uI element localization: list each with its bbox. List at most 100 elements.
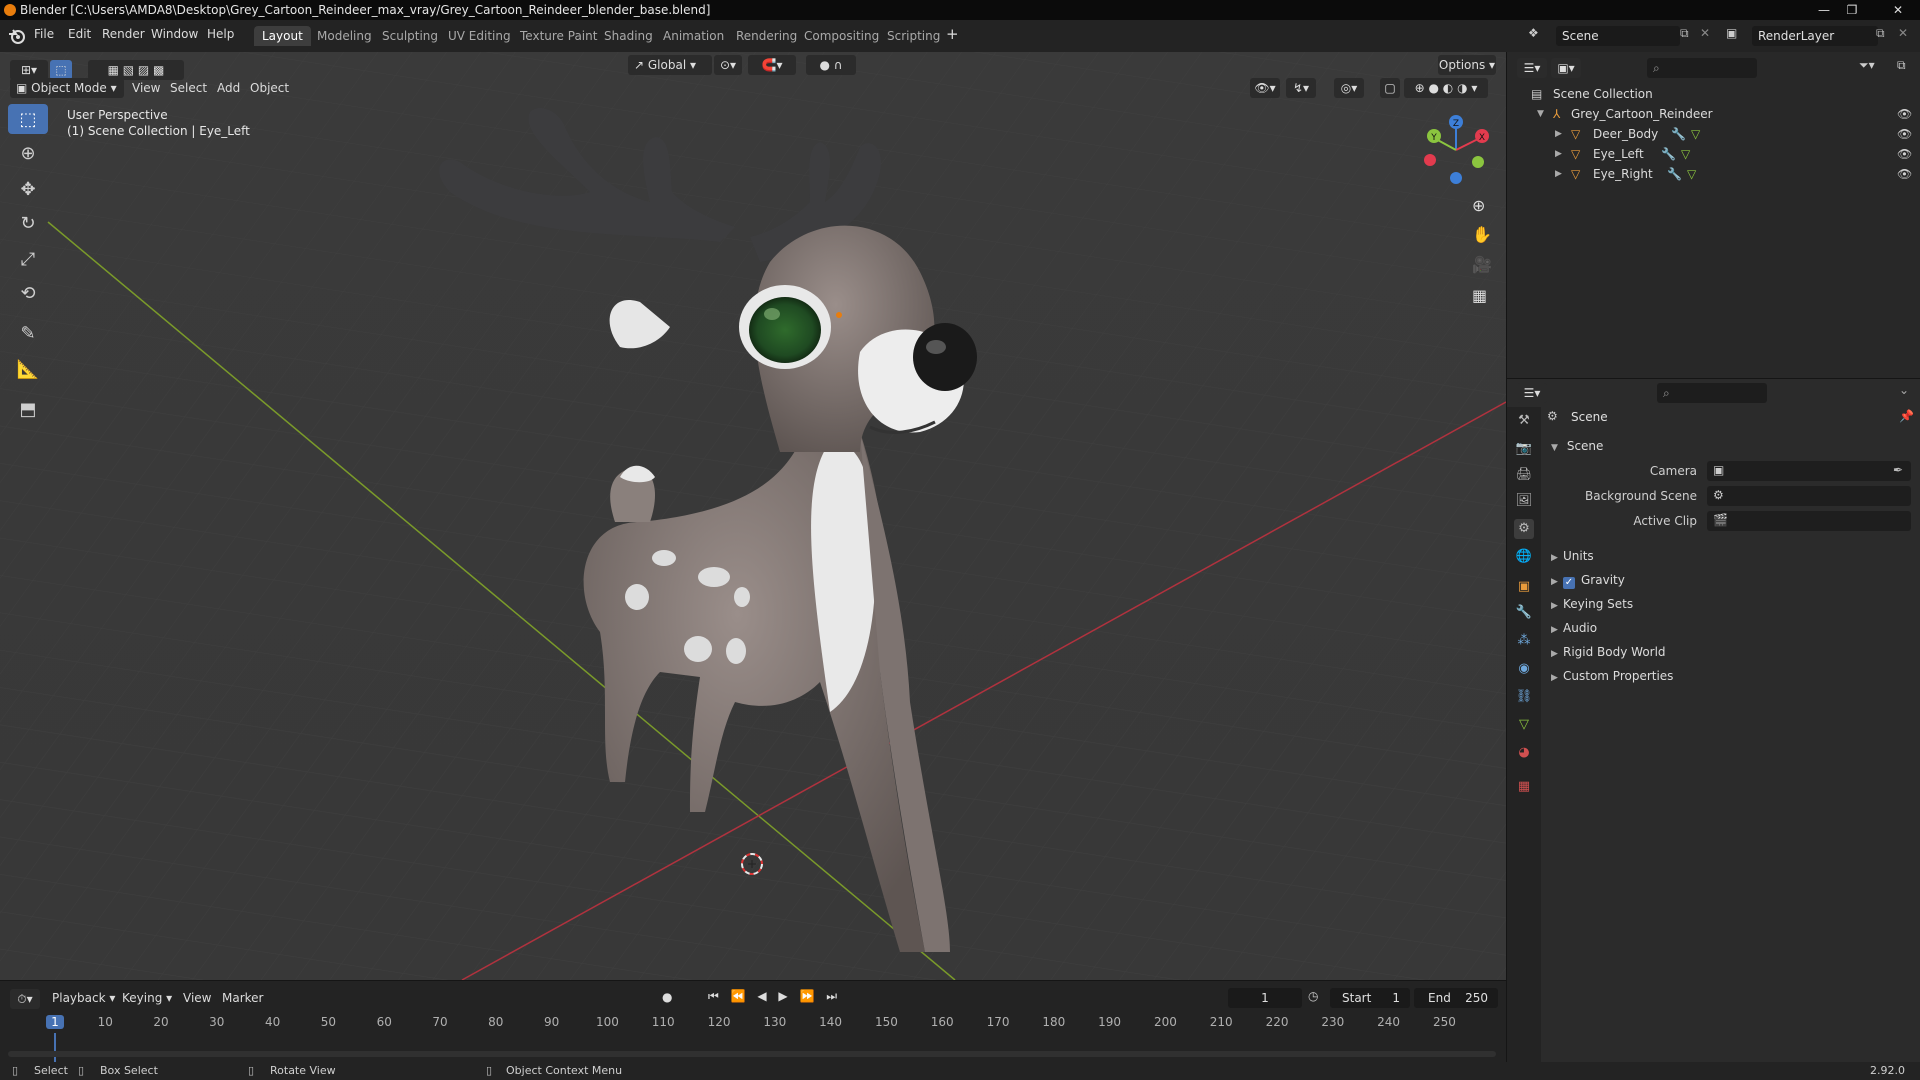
select-tool-icon[interactable]: ⬚ <box>50 60 72 80</box>
editor-type-button[interactable]: ⊞▾ <box>10 60 48 80</box>
view-layer-tab-icon[interactable]: 🖼 <box>1514 491 1534 511</box>
timeline-scrollbar[interactable] <box>8 1051 1496 1057</box>
render-tab-icon[interactable]: 📷 <box>1514 439 1534 459</box>
3d-viewport[interactable]: ⊞▾ ⬚ ▦ ▧ ▨ ▩ ↗ Global ▾ ⊙▾ 🧲▾ ● ∩ Option… <box>0 52 1506 980</box>
outliner-row-collection[interactable]: ▼ ⅄ Grey_Cartoon_Reindeer 👁 <box>1507 104 1920 124</box>
tab-rendering[interactable]: Rendering <box>728 26 805 46</box>
renderlayer-field[interactable]: RenderLayer <box>1752 26 1878 46</box>
pin-icon[interactable]: 📌 <box>1899 409 1914 423</box>
delete-renderlayer-icon[interactable]: ✕ <box>1898 26 1908 40</box>
delete-scene-icon[interactable]: ✕ <box>1700 26 1710 40</box>
options-dropdown[interactable]: Options ▾ <box>1438 55 1496 75</box>
active-clip-field[interactable] <box>1707 511 1911 531</box>
xray-toggle-icon[interactable]: ▢ <box>1380 78 1400 98</box>
outliner-row-eye-left[interactable]: ▶ ▽ Eye_Left 🔧 ▽ 👁 <box>1507 144 1920 164</box>
scale-tool-icon[interactable]: ⤢ <box>8 244 48 274</box>
audio-panel-header[interactable]: ▶ Audio <box>1551 621 1597 635</box>
visibility-eye-icon[interactable]: 👁▾ <box>1250 78 1280 98</box>
measure-tool-icon[interactable]: 📐 <box>8 354 48 384</box>
keying-sets-panel-header[interactable]: ▶ Keying Sets <box>1551 597 1633 611</box>
zoom-icon[interactable]: ⊕ <box>1472 196 1485 215</box>
tab-shading[interactable]: Shading <box>596 26 661 46</box>
add-workspace-button[interactable]: + <box>946 25 959 43</box>
outliner-editor-type-button[interactable]: ☰▾ <box>1517 58 1547 78</box>
camera-view-icon[interactable]: 🎥 <box>1472 255 1492 274</box>
tool-tab-icon[interactable]: ⚒ <box>1514 411 1534 431</box>
scene-field[interactable]: Scene <box>1556 26 1680 46</box>
texture-tab-icon[interactable]: ▦ <box>1514 777 1534 797</box>
pan-hand-icon[interactable]: ✋ <box>1472 225 1492 244</box>
menu-render[interactable]: Render <box>102 27 145 41</box>
outliner-row-scene-collection[interactable]: ▤ Scene Collection <box>1507 84 1920 104</box>
playhead-line[interactable] <box>54 1033 56 1063</box>
tab-uv-editing[interactable]: UV Editing <box>440 26 519 46</box>
eyedropper-icon[interactable]: ✒ <box>1893 463 1903 477</box>
tab-texture-paint[interactable]: Texture Paint <box>512 26 605 46</box>
filter-icon[interactable]: ⏷▾ <box>1859 58 1875 73</box>
pivot-point-button[interactable]: ⊙▾ <box>714 55 742 75</box>
move-tool-icon[interactable]: ✥ <box>8 174 48 204</box>
rigid-body-world-panel-header[interactable]: ▶ Rigid Body World <box>1551 645 1666 659</box>
menu-file[interactable]: File <box>34 27 54 41</box>
object-mode-dropdown[interactable]: ▣ Object Mode ▾ <box>10 78 124 98</box>
world-tab-icon[interactable]: 🌐 <box>1514 547 1534 567</box>
add-cube-tool-icon[interactable]: ⬒ <box>8 394 48 424</box>
tab-modeling[interactable]: Modeling <box>309 26 380 46</box>
output-tab-icon[interactable]: 🖨 <box>1514 465 1534 485</box>
menu-help[interactable]: Help <box>207 27 234 41</box>
new-scene-icon[interactable]: ⧉ <box>1680 26 1689 41</box>
select-box-tool-icon[interactable]: ⬚ <box>8 104 48 134</box>
viewport-menu-view[interactable]: View <box>132 81 160 95</box>
gravity-checkbox[interactable]: ✓ <box>1563 577 1575 589</box>
visibility-eye-icon[interactable]: 👁 <box>1897 104 1912 124</box>
units-panel-header[interactable]: ▶ Units <box>1551 549 1594 563</box>
overlay-toggle-icon[interactable]: ◎▾ <box>1334 78 1364 98</box>
properties-search-input[interactable]: ⌕ <box>1657 383 1767 403</box>
gravity-panel-header[interactable]: ▶ ✓ Gravity <box>1551 573 1625 589</box>
properties-editor-type-button[interactable]: ☰▾ <box>1517 383 1547 403</box>
tab-compositing[interactable]: Compositing <box>796 26 887 46</box>
constraints-tab-icon[interactable]: ⛓ <box>1514 687 1534 707</box>
viewport-menu-object[interactable]: Object <box>250 81 289 95</box>
transform-tool-icon[interactable]: ⟲ <box>8 278 48 308</box>
close-window-button[interactable]: ✕ <box>1878 0 1918 20</box>
outliner-display-mode-button[interactable]: ▣▾ <box>1551 58 1581 78</box>
visibility-eye-icon[interactable]: 👁 <box>1897 164 1912 184</box>
expand-triangle-icon[interactable]: ▶ <box>1555 124 1562 144</box>
tab-animation[interactable]: Animation <box>655 26 732 46</box>
physics-tab-icon[interactable]: ◉ <box>1514 659 1534 679</box>
tab-scripting[interactable]: Scripting <box>879 26 948 46</box>
blender-menu-icon[interactable] <box>8 28 26 44</box>
material-tab-icon[interactable]: ◕ <box>1514 743 1534 763</box>
maximize-button[interactable]: ❐ <box>1840 0 1864 20</box>
camera-field[interactable] <box>1707 461 1911 481</box>
viewport-menu-add[interactable]: Add <box>217 81 240 95</box>
object-tab-icon[interactable]: ▣ <box>1514 577 1534 597</box>
menu-window[interactable]: Window <box>151 27 198 41</box>
outliner-search-input[interactable]: ⌕ <box>1647 58 1757 78</box>
navigation-gizmo[interactable]: Z X Y <box>1420 112 1492 184</box>
chevron-down-icon[interactable]: ⌄ <box>1899 383 1909 397</box>
modifier-tab-icon[interactable]: 🔧 <box>1514 603 1534 623</box>
visibility-eye-icon[interactable]: 👁 <box>1897 124 1912 144</box>
custom-properties-panel-header[interactable]: ▶ Custom Properties <box>1551 669 1673 683</box>
viewport-menu-select[interactable]: Select <box>170 81 207 95</box>
gizmo-toggle-icon[interactable]: ↯▾ <box>1286 78 1316 98</box>
proportional-edit-button[interactable]: ● ∩ <box>806 55 856 75</box>
outliner-row-deer-body[interactable]: ▶ ▽ Deer_Body 🔧 ▽ 👁 <box>1507 124 1920 144</box>
background-scene-field[interactable] <box>1707 486 1911 506</box>
new-collection-icon[interactable]: ⧉ <box>1897 58 1906 73</box>
shading-mode-buttons[interactable]: ⊕ ● ◐ ◑ ▾ <box>1404 78 1488 98</box>
selection-mode-buttons[interactable]: ▦ ▧ ▨ ▩ <box>88 60 184 80</box>
rotate-tool-icon[interactable]: ↻ <box>8 208 48 238</box>
mesh-data-tab-icon[interactable]: ▽ <box>1514 715 1534 735</box>
expand-triangle-icon[interactable]: ▶ <box>1555 164 1562 184</box>
renderlayer-icon[interactable]: ▣ <box>1726 26 1737 40</box>
transform-orientation-dropdown[interactable]: ↗ Global ▾ <box>628 55 712 75</box>
expand-triangle-icon[interactable]: ▶ <box>1555 144 1562 164</box>
new-renderlayer-icon[interactable]: ⧉ <box>1876 26 1885 41</box>
tab-sculpting[interactable]: Sculpting <box>374 26 446 46</box>
annotate-tool-icon[interactable]: ✎ <box>8 318 48 348</box>
perspective-toggle-icon[interactable]: ▦ <box>1472 286 1487 305</box>
minimize-button[interactable]: — <box>1812 0 1836 20</box>
